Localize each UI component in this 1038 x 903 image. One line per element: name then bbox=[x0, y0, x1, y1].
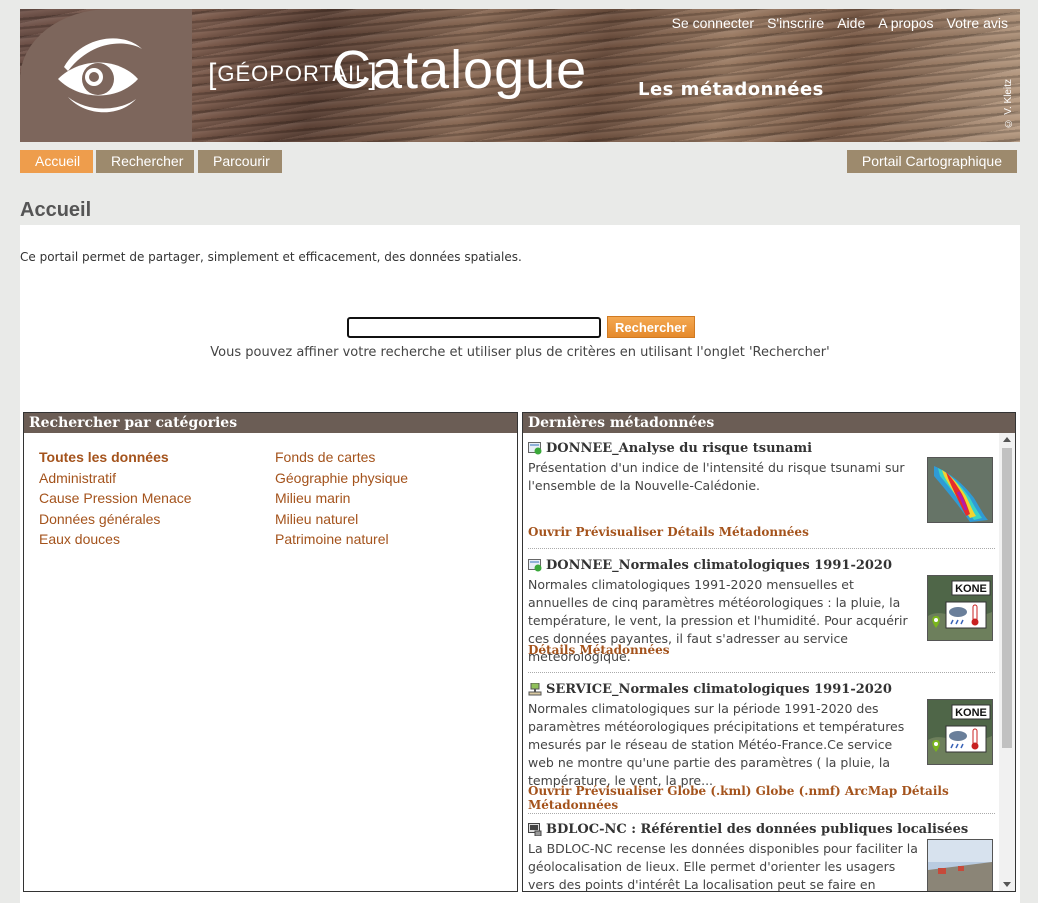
category-link[interactable]: Patrimoine naturel bbox=[275, 529, 408, 550]
scrollbar[interactable] bbox=[999, 433, 1015, 891]
search-hint: Vous pouvez affiner votre recherche et u… bbox=[210, 345, 830, 360]
climate-map-thumbnail: KONE bbox=[927, 575, 993, 641]
logo-block bbox=[20, 9, 192, 142]
login-link[interactable]: Se connecter bbox=[672, 15, 755, 31]
scroll-up-arrow-icon[interactable] bbox=[1003, 437, 1011, 442]
category-link[interactable]: Toutes les données bbox=[39, 447, 192, 468]
metadata-item-actions[interactable]: Détails Métadonnées bbox=[528, 643, 670, 657]
main-content: Ce portail permet de partager, simplemen… bbox=[20, 225, 1020, 903]
tsunami-map-thumbnail bbox=[927, 457, 993, 523]
category-link[interactable]: Milieu naturel bbox=[275, 509, 408, 530]
tab-parcourir[interactable]: Parcourir bbox=[198, 150, 282, 173]
metadata-item: BDLOC-NC : Référentiel des données publi… bbox=[528, 822, 999, 891]
metadata-item-description: La BDLOC-NC recense les données disponib… bbox=[528, 841, 918, 891]
metadata-item-actions[interactable]: Ouvrir Prévisualiser Détails Métadonnées bbox=[528, 525, 809, 539]
metadata-item-title[interactable]: DONNEE_Analyse du risque tsunami bbox=[528, 441, 999, 456]
header-links: Se connecter S'inscrire Aide A propos Vo… bbox=[672, 15, 1008, 31]
metadata-item: DONNEE_Analyse du risque tsunami Présent… bbox=[528, 441, 999, 539]
layer-data-icon bbox=[528, 559, 542, 572]
header-banner: Se connecter S'inscrire Aide A propos Vo… bbox=[20, 9, 1020, 142]
category-link[interactable]: Cause Pression Menace bbox=[39, 488, 192, 509]
catalogue-title: Catalogue bbox=[332, 40, 588, 100]
metadata-item-title[interactable]: DONNEE_Normales climatologiques 1991-202… bbox=[528, 558, 999, 573]
category-link[interactable]: Données générales bbox=[39, 509, 192, 530]
metadata-item-title[interactable]: SERVICE_Normales climatologiques 1991-20… bbox=[528, 682, 999, 697]
photo-credit: © V. Kleitz bbox=[1003, 79, 1014, 129]
latest-metadata-list: DONNEE_Analyse du risque tsunami Présent… bbox=[523, 433, 999, 891]
category-link[interactable]: Fonds de cartes bbox=[275, 447, 408, 468]
latest-metadata-title: Dernières métadonnées bbox=[523, 413, 1015, 433]
latest-metadata-panel: Dernières métadonnées DONNEE_Analyse du … bbox=[522, 412, 1016, 892]
layer-data-icon bbox=[528, 442, 542, 455]
category-link[interactable]: Administratif bbox=[39, 468, 192, 489]
metadata-item-title[interactable]: BDLOC-NC : Référentiel des données publi… bbox=[528, 822, 999, 837]
register-link[interactable]: S'inscrire bbox=[767, 15, 824, 31]
search-button[interactable]: Rechercher bbox=[607, 316, 695, 338]
categories-panel-title: Rechercher par catégories bbox=[24, 413, 517, 433]
thumbnail-label: KONE bbox=[955, 707, 987, 719]
metadata-item: SERVICE_Normales climatologiques 1991-20… bbox=[528, 682, 999, 812]
page-title: Accueil bbox=[20, 199, 92, 221]
metadata-item: DONNEE_Normales climatologiques 1991-202… bbox=[528, 558, 999, 666]
help-link[interactable]: Aide bbox=[837, 15, 865, 31]
tab-rechercher[interactable]: Rechercher bbox=[96, 150, 194, 173]
service-icon bbox=[528, 683, 542, 696]
feedback-link[interactable]: Votre avis bbox=[947, 15, 1008, 31]
catalogue-subtitle: Les métadonnées bbox=[638, 79, 824, 100]
categories-column-1: Toutes les données Administratif Cause P… bbox=[39, 447, 192, 550]
separator bbox=[528, 548, 995, 549]
main-nav: Accueil Rechercher Parcourir Portail Car… bbox=[20, 150, 1017, 173]
thumbnail-label: KONE bbox=[955, 583, 987, 595]
separator bbox=[528, 813, 995, 814]
category-link[interactable]: Eaux douces bbox=[39, 529, 192, 550]
scroll-down-arrow-icon[interactable] bbox=[1003, 882, 1011, 887]
intro-text: Ce portail permet de partager, simplemen… bbox=[20, 250, 522, 264]
metadata-item-description: Présentation d'un indice de l'intensité … bbox=[528, 460, 905, 493]
search-input[interactable] bbox=[347, 316, 601, 338]
category-link[interactable]: Milieu marin bbox=[275, 488, 408, 509]
climate-service-thumbnail: KONE bbox=[927, 699, 993, 765]
separator bbox=[528, 672, 995, 673]
dataset-icon bbox=[528, 823, 542, 836]
tab-portail-cartographique[interactable]: Portail Cartographique bbox=[846, 150, 1017, 173]
categories-panel: Rechercher par catégories Toutes les don… bbox=[23, 412, 518, 892]
metadata-item-description: Normales climatologiques sur la période … bbox=[528, 701, 905, 788]
search-bar: Rechercher bbox=[347, 316, 695, 338]
scroll-thumb[interactable] bbox=[1002, 448, 1012, 748]
metadata-item-actions[interactable]: Ouvrir Prévisualiser Globe (.kml) Globe … bbox=[528, 784, 999, 812]
bdloc-thumbnail bbox=[927, 839, 993, 891]
category-link[interactable]: Géographie physique bbox=[275, 468, 408, 489]
about-link[interactable]: A propos bbox=[878, 15, 933, 31]
eye-logo-icon bbox=[58, 38, 142, 113]
categories-list: Toutes les données Administratif Cause P… bbox=[24, 433, 517, 891]
categories-column-2: Fonds de cartes Géographie physique Mili… bbox=[275, 447, 408, 550]
tab-accueil[interactable]: Accueil bbox=[20, 150, 93, 173]
